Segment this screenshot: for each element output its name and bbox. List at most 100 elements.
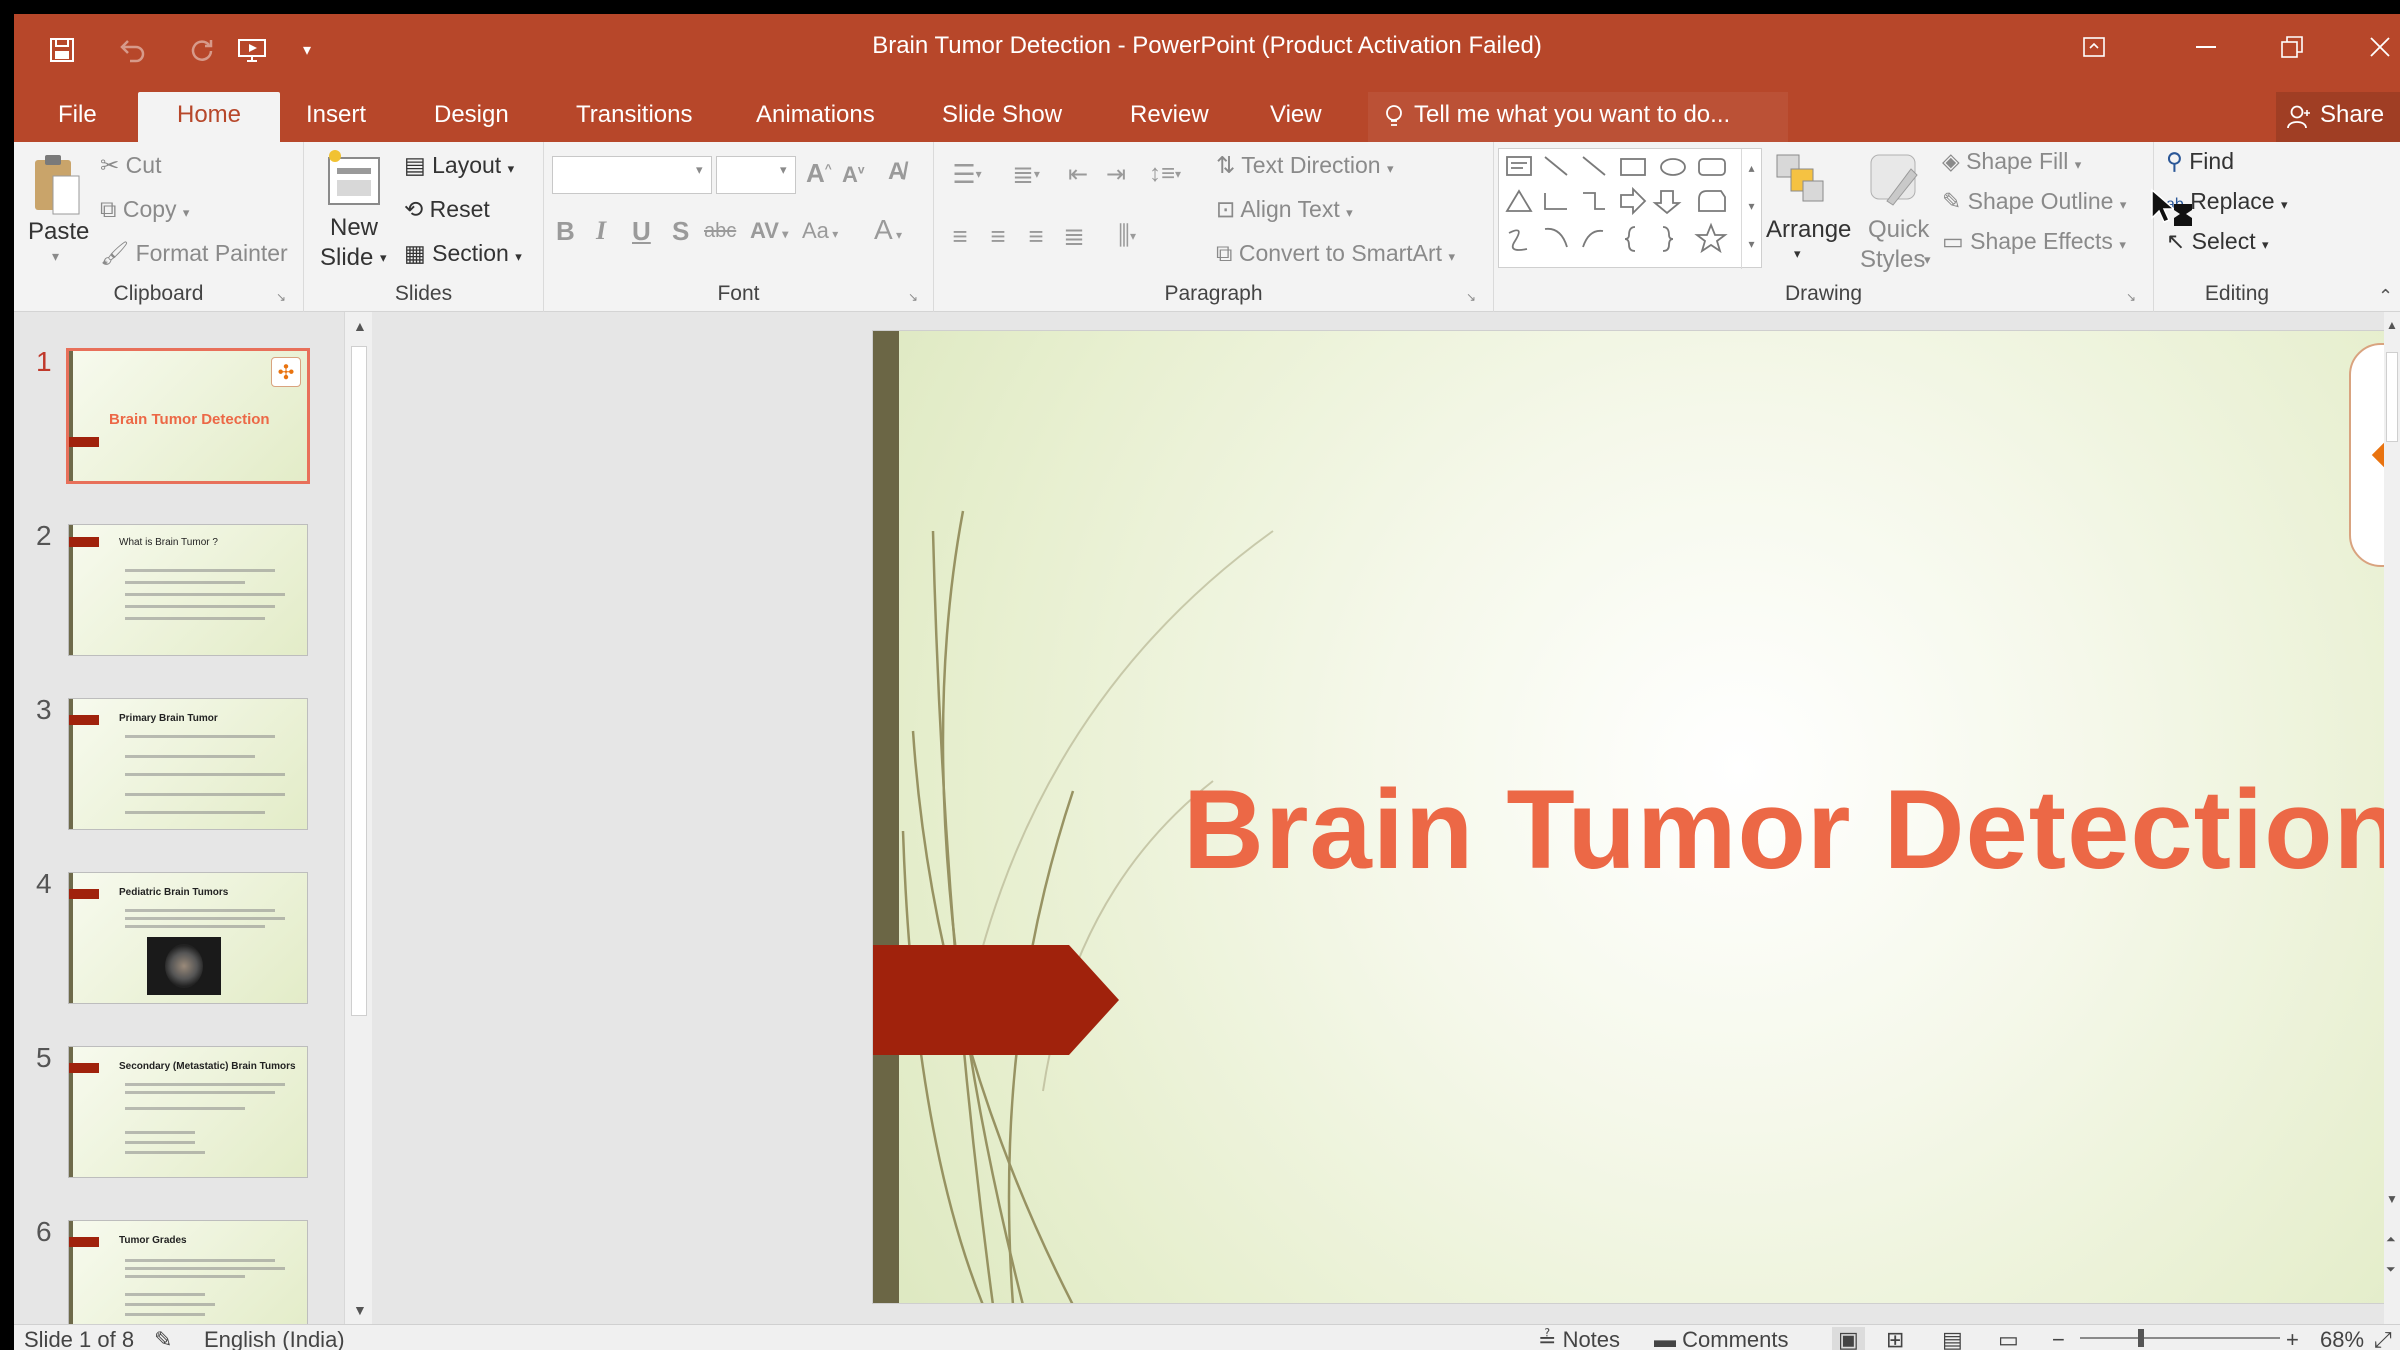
quick-styles-icon[interactable]	[1864, 148, 1926, 210]
columns-icon[interactable]: ⫼ ▾	[1102, 220, 1152, 252]
font-launcher-icon[interactable]: ↘	[908, 290, 918, 304]
next-slide-icon[interactable]: ⏷	[2386, 1262, 2396, 1277]
tab-file[interactable]: File	[52, 92, 103, 142]
thumbnails-scroll-thumb[interactable]	[351, 346, 367, 1016]
tab-transitions[interactable]: Transitions	[570, 92, 698, 142]
arrange-label[interactable]: Arrange	[1766, 216, 1851, 244]
slide-scrollbar[interactable]: ▲ ▼ ⏶ ⏷	[2384, 312, 2400, 1324]
zoom-slider-track[interactable]	[2080, 1337, 2280, 1339]
tab-home[interactable]: Home	[138, 92, 280, 142]
ribbon-display-options-icon[interactable]	[2064, 24, 2124, 70]
text-shadow-icon[interactable]: S	[672, 216, 689, 247]
format-painter-button[interactable]: 🖌 Format Painter	[100, 240, 288, 267]
shape-fill-button[interactable]: ◈ Shape Fill ▾	[1942, 148, 2081, 175]
scroll-down-icon[interactable]: ▼	[2386, 1192, 2398, 1206]
slide-thumbnail-3[interactable]: Primary Brain Tumor	[68, 698, 308, 830]
spelling-check-icon[interactable]: ✎	[154, 1327, 172, 1350]
quick-styles-label-line1[interactable]: Quick	[1868, 216, 1929, 244]
zoom-out-icon[interactable]: −	[2052, 1327, 2065, 1350]
paste-dropdown-icon[interactable]: ▾	[52, 248, 59, 265]
fit-slide-icon[interactable]: ⤢	[2374, 1327, 2392, 1350]
clear-formatting-icon[interactable]: A̸	[888, 158, 905, 186]
slide-thumbnail-5[interactable]: Secondary (Metastatic) Brain Tumors	[68, 1046, 308, 1178]
drawing-launcher-icon[interactable]: ↘	[2126, 290, 2136, 304]
italic-icon[interactable]: I	[596, 216, 606, 246]
thumbnails-scrollbar[interactable]: ▲ ▼	[344, 312, 372, 1324]
slide-canvas[interactable]: Brain Tumor Detection	[872, 330, 2400, 1304]
increase-indent-icon[interactable]: ⇥	[1098, 158, 1134, 190]
previous-slide-icon[interactable]: ⏶	[2386, 1232, 2396, 1247]
notes-button[interactable]: ≟ Notes	[1538, 1327, 1620, 1350]
shape-effects-button[interactable]: ▭ Shape Effects ▾	[1942, 228, 2126, 255]
align-right-icon[interactable]: ≡	[1018, 220, 1054, 252]
text-direction-button[interactable]: ⇅ Text Direction ▾	[1216, 152, 1394, 179]
zoom-slider-thumb[interactable]	[2138, 1329, 2144, 1347]
increase-font-icon[interactable]: A^	[806, 158, 832, 189]
slide-sorter-icon[interactable]: ⊞	[1886, 1327, 1904, 1350]
tell-me-box[interactable]: Tell me what you want to do...	[1368, 92, 1788, 142]
bold-icon[interactable]: B	[556, 216, 575, 247]
layout-button[interactable]: ▤ Layout ▾	[404, 152, 514, 179]
slide-title[interactable]: Brain Tumor Detection	[1183, 765, 2400, 894]
justify-icon[interactable]: ≣	[1056, 220, 1092, 252]
strikethrough-icon[interactable]: abc	[704, 220, 736, 243]
tab-review[interactable]: Review	[1124, 92, 1215, 142]
new-slide-icon[interactable]	[324, 146, 384, 212]
collapse-ribbon-icon[interactable]: ⌃	[2378, 286, 2393, 307]
arrange-icon[interactable]	[1770, 148, 1830, 208]
new-slide-label-line1[interactable]: New	[330, 214, 378, 242]
language-indicator[interactable]: English (India)	[204, 1327, 345, 1350]
align-left-icon[interactable]: ≡	[942, 220, 978, 252]
paragraph-launcher-icon[interactable]: ↘	[1466, 290, 1476, 304]
quick-styles-label-line2[interactable]: Styles	[1860, 246, 1925, 274]
font-name-box[interactable]	[552, 156, 712, 194]
slide-show-icon[interactable]: ▭	[1998, 1327, 2019, 1350]
new-slide-label-line2[interactable]: Slide	[320, 244, 373, 272]
section-button[interactable]: ▦ Section ▾	[404, 240, 522, 267]
paste-label[interactable]: Paste	[28, 218, 89, 246]
shapes-gallery-scroll[interactable]: ▴ ▾ ▾	[1741, 149, 1761, 269]
underline-icon[interactable]: U	[632, 216, 651, 247]
align-center-icon[interactable]: ≡	[980, 220, 1016, 252]
scroll-up-icon[interactable]: ▲	[353, 318, 367, 334]
font-name-dropdown-icon[interactable]: ▾	[696, 162, 703, 178]
reading-view-icon[interactable]: ▤	[1942, 1327, 1963, 1350]
slide-scroll-thumb[interactable]	[2386, 352, 2398, 442]
minimize-icon[interactable]	[2176, 24, 2236, 70]
arrange-dropdown-icon[interactable]: ▾	[1794, 246, 1801, 262]
restore-icon[interactable]	[2262, 24, 2322, 70]
normal-view-icon[interactable]: ▣	[1832, 1327, 1865, 1350]
bullets-icon[interactable]: ☰ ▾	[942, 158, 992, 190]
line-spacing-icon[interactable]: ↕≡ ▾	[1140, 158, 1190, 190]
comments-button[interactable]: ▬ Comments	[1654, 1327, 1788, 1350]
slide-thumbnail-1[interactable]: Brain Tumor Detection ✣	[66, 348, 310, 484]
zoom-level[interactable]: 68%	[2320, 1327, 2364, 1350]
new-slide-dropdown-icon[interactable]: ▾	[380, 250, 387, 266]
decrease-indent-icon[interactable]: ⇤	[1060, 158, 1096, 190]
tab-insert[interactable]: Insert	[300, 92, 372, 142]
share-button[interactable]: Share	[2276, 92, 2400, 142]
decrease-font-icon[interactable]: Av	[842, 162, 865, 188]
find-button[interactable]: ⚲ Find	[2166, 148, 2234, 175]
slide-thumbnail-4[interactable]: Pediatric Brain Tumors	[68, 872, 308, 1004]
numbering-icon[interactable]: ≣ ▾	[998, 158, 1054, 190]
align-text-button[interactable]: ⊡ Align Text ▾	[1216, 196, 1353, 223]
scroll-down-icon[interactable]: ▼	[353, 1302, 367, 1318]
reset-button[interactable]: ⟲ Reset	[404, 196, 490, 223]
cut-button[interactable]: ✂ Cut	[100, 152, 161, 179]
tab-view[interactable]: View	[1264, 92, 1328, 142]
quick-styles-dropdown-icon[interactable]: ▾	[1924, 252, 1931, 268]
tab-slide-show[interactable]: Slide Show	[936, 92, 1068, 142]
paste-icon[interactable]	[30, 150, 84, 220]
copy-button[interactable]: ⧉ Copy ▾	[100, 196, 189, 223]
tab-design[interactable]: Design	[428, 92, 515, 142]
clipboard-launcher-icon[interactable]: ↘	[276, 290, 286, 304]
slide-thumbnail-2[interactable]: What is Brain Tumor ?	[68, 524, 308, 656]
font-color-icon[interactable]: A ▾	[874, 214, 902, 246]
convert-smartart-button[interactable]: ⧉ Convert to SmartArt ▾	[1216, 240, 1455, 267]
change-case-icon[interactable]: Aa ▾	[802, 218, 838, 244]
close-icon[interactable]	[2350, 24, 2400, 70]
slide-thumbnail-6[interactable]: Tumor Grades	[68, 1220, 308, 1340]
character-spacing-icon[interactable]: AV ▾	[750, 218, 788, 244]
shape-outline-button[interactable]: ✎ Shape Outline ▾	[1942, 188, 2126, 215]
